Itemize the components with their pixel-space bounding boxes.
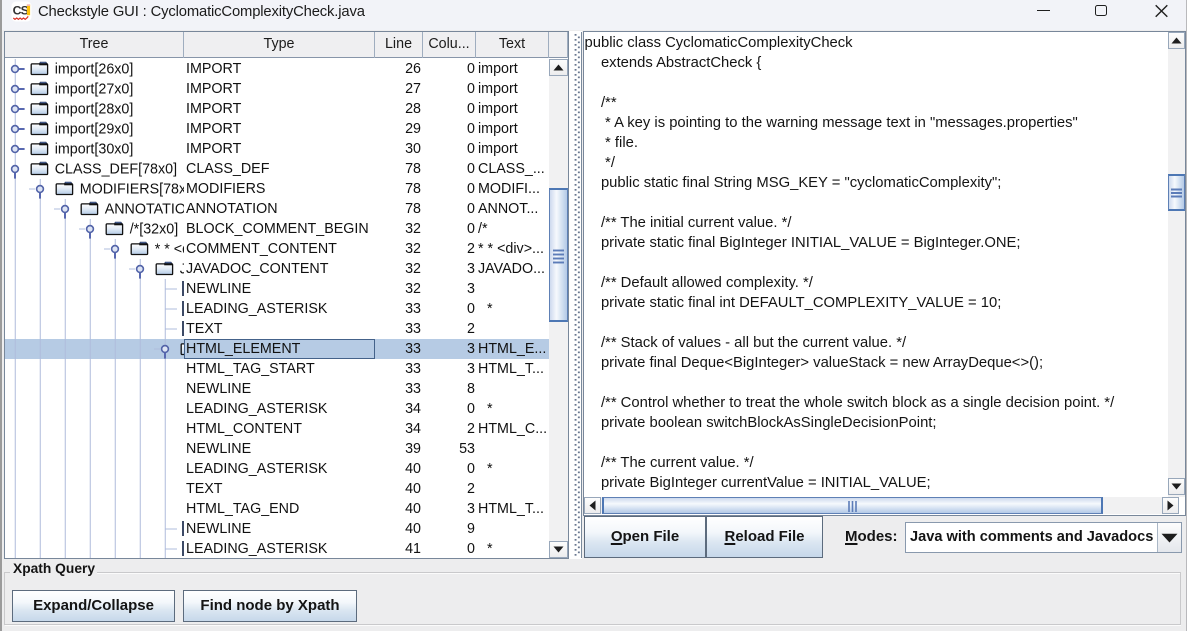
svg-text:ANNOTATION[78x0]: ANNOTATION[78x0]: [105, 202, 184, 218]
svg-text:CS: CS: [13, 4, 29, 18]
svg-text:/*[32x0]: /*[32x0]: [130, 222, 178, 238]
svg-text:import[26x0]: import[26x0]: [55, 62, 134, 78]
svg-text:* * <div>: * * <div>: [155, 242, 184, 258]
svg-text:import[27x0]: import[27x0]: [55, 82, 134, 98]
svg-text:CLASS_DEF[78x0]: CLASS_DEF[78x0]: [55, 162, 177, 178]
svg-text:import[29x0]: import[29x0]: [55, 122, 134, 138]
svg-text:MODIFIERS[78x0]: MODIFIERS[78x0]: [80, 182, 184, 198]
svg-text:import[28x0]: import[28x0]: [55, 102, 134, 118]
svg-text:import[30x0]: import[30x0]: [55, 142, 134, 158]
